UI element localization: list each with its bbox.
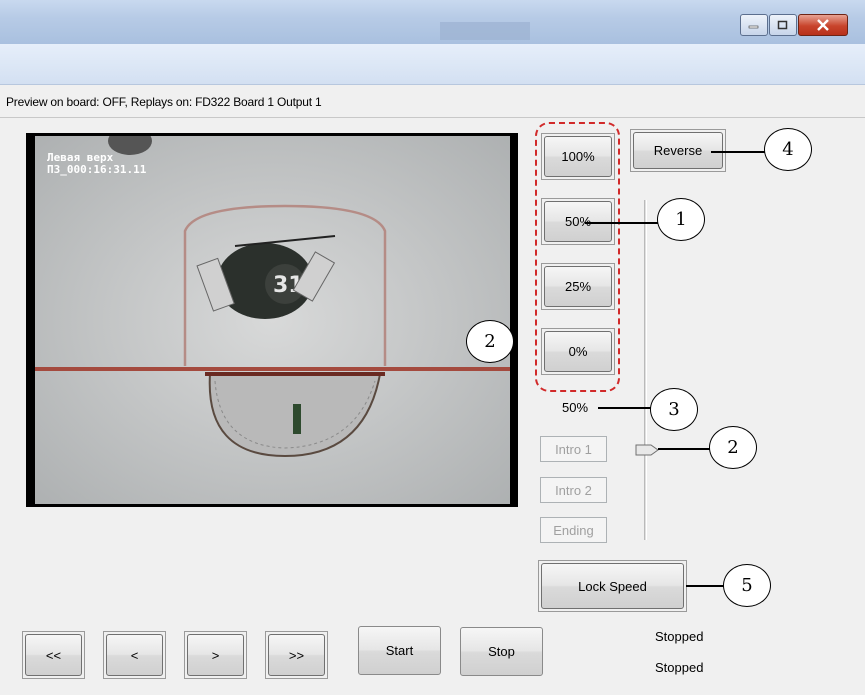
rewind-fast-label: <<: [25, 634, 82, 676]
menu-bar: [0, 44, 865, 85]
ending-button[interactable]: Ending: [540, 517, 607, 543]
title-bar: [0, 0, 865, 44]
speed-0-button[interactable]: 0%: [541, 328, 615, 375]
speed-0-label: 0%: [544, 331, 612, 372]
step-back-button[interactable]: <: [103, 631, 166, 679]
callout-5: 5: [723, 564, 771, 607]
title-bar-highlight: [440, 22, 530, 40]
rewind-fast-button[interactable]: <<: [22, 631, 85, 679]
stop-button[interactable]: Stop: [460, 627, 543, 676]
step-back-label: <: [106, 634, 163, 676]
video-preview: 31 Левая верх ПЗ_000:16:31.11: [26, 133, 518, 507]
intro-1-button[interactable]: Intro 1: [540, 436, 607, 462]
video-frame: 31 Левая верх ПЗ_000:16:31.11: [35, 136, 510, 504]
callout-4-line: [711, 151, 766, 153]
speed-100-label: 100%: [544, 136, 612, 177]
intro-2-button[interactable]: Intro 2: [540, 477, 607, 503]
playback-status-2: Stopped: [655, 660, 704, 675]
speed-25-label: 25%: [544, 266, 612, 307]
overlay-timecode: ПЗ_000:16:31.11: [47, 163, 147, 176]
callout-4: 4: [764, 128, 812, 171]
callout-3-line: [598, 407, 652, 409]
callout-2-slider-line: [658, 448, 710, 450]
close-button[interactable]: [798, 14, 848, 36]
step-forward-button[interactable]: >: [184, 631, 247, 679]
speed-value-label: 50%: [562, 400, 589, 415]
speed-100-button[interactable]: 100%: [541, 133, 615, 180]
lock-speed-label: Lock Speed: [541, 563, 684, 609]
reverse-label: Reverse: [633, 132, 723, 169]
forward-fast-button[interactable]: >>: [265, 631, 328, 679]
callout-5-line: [686, 585, 726, 587]
board-status-text: Preview on board: OFF, Replays on: FD322…: [6, 95, 322, 109]
speed-slider-track[interactable]: [644, 200, 647, 540]
minimize-button[interactable]: [740, 14, 768, 36]
maximize-button[interactable]: [769, 14, 797, 36]
callout-2-video: 2: [466, 320, 514, 363]
callout-3: 3: [650, 388, 698, 431]
start-button[interactable]: Start: [358, 626, 441, 675]
callout-1-line: [585, 222, 660, 224]
callout-1: 1: [657, 198, 705, 241]
separator: [0, 117, 865, 118]
maximize-icon: [777, 20, 788, 30]
playback-status-1: Stopped: [655, 629, 704, 644]
speed-25-button[interactable]: 25%: [541, 263, 615, 310]
callout-2-slider: 2: [709, 426, 757, 469]
minimize-icon: [748, 25, 759, 29]
forward-fast-label: >>: [268, 634, 325, 676]
speed-slider-thumb[interactable]: [635, 444, 659, 456]
lock-speed-button[interactable]: Lock Speed: [538, 560, 687, 612]
hockey-frame-image: 31: [35, 136, 510, 504]
step-forward-label: >: [187, 634, 244, 676]
close-icon: [817, 19, 829, 31]
